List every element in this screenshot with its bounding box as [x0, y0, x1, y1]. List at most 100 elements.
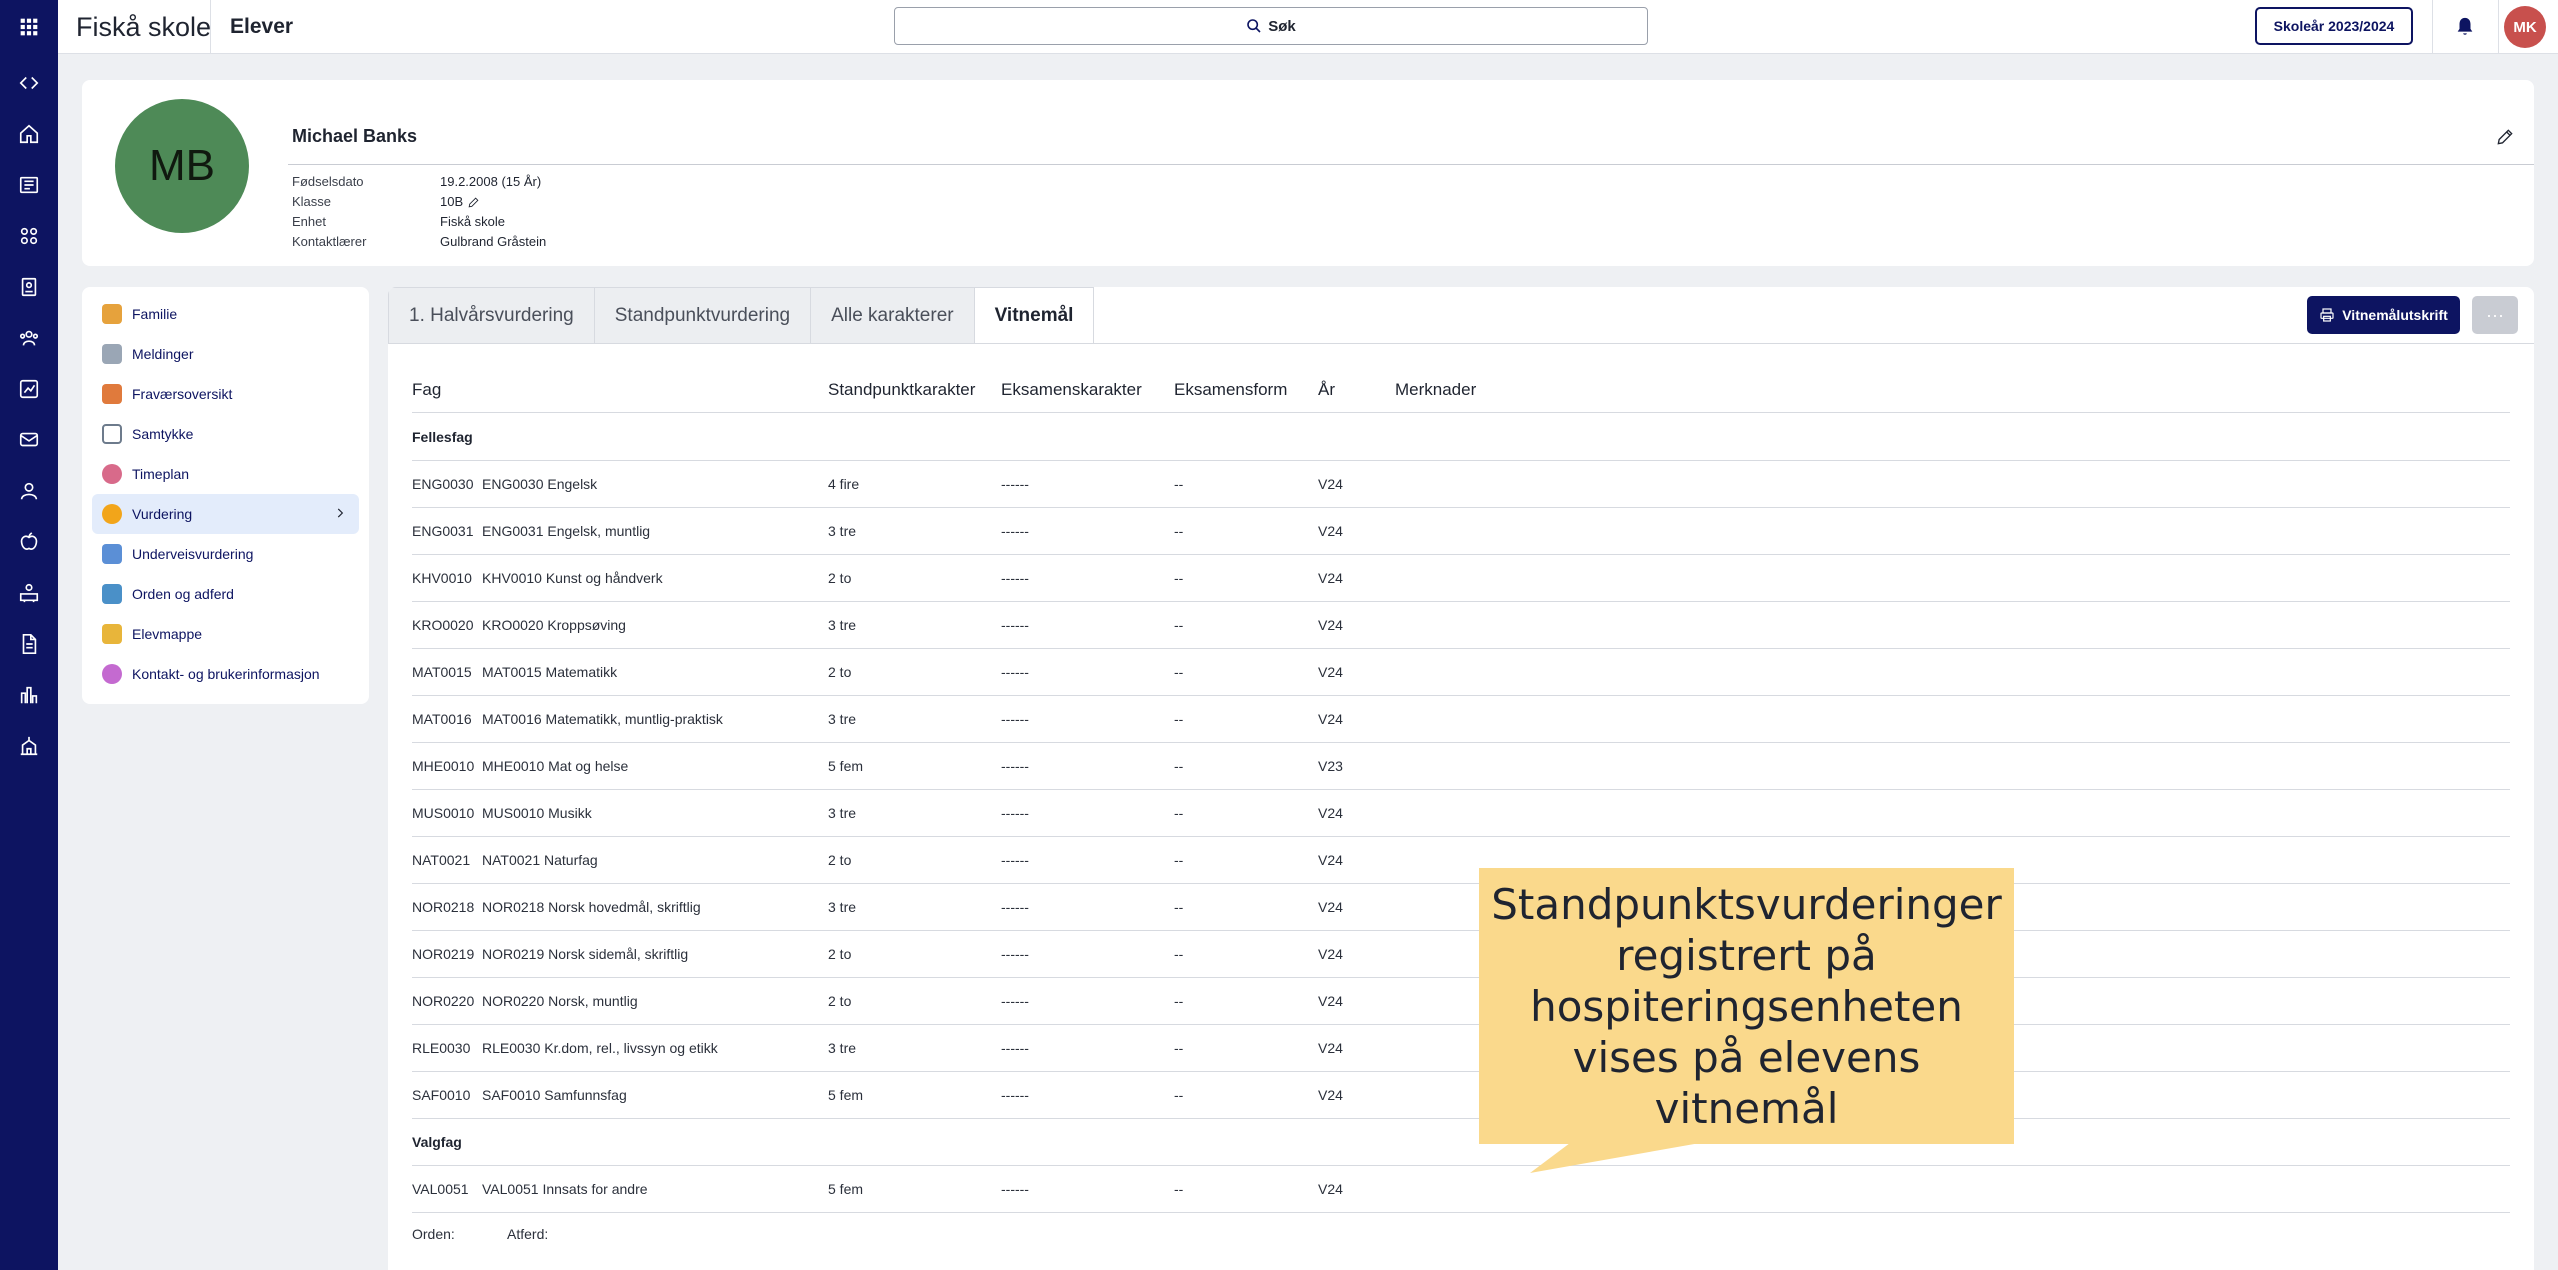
cell-ar: V24: [1318, 993, 1343, 1009]
news-icon[interactable]: [14, 170, 44, 200]
cell-eksamensform: --: [1174, 852, 1184, 868]
table-row[interactable]: MUS0010 MUS0010 Musikk 3 tre ------ -- V24: [412, 790, 2510, 837]
cell-eksamensform: --: [1174, 711, 1184, 727]
cell-eksamensform: --: [1174, 946, 1184, 962]
search-label: Søk: [1268, 17, 1296, 35]
cell-code: SAF0010: [412, 1087, 471, 1103]
cell-ar: V24: [1318, 570, 1343, 586]
tab-standpunktvurdering[interactable]: Standpunktvurdering: [593, 287, 811, 344]
cell-subject: KRO0020 Kroppsøving: [482, 617, 626, 633]
table-row[interactable]: NAT0021 NAT0021 Naturfag 2 to ------ -- V24: [412, 837, 2510, 884]
table-row[interactable]: NOR0218 NOR0218 Norsk hovedmål, skriftlig…: [412, 884, 2510, 931]
table-row[interactable]: VAL0051 VAL0051 Innsats for andre 5 fem ---…: [412, 1166, 2510, 1213]
person-icon[interactable]: [14, 476, 44, 506]
school-year-button[interactable]: Skoleår 2023/2024: [2255, 7, 2413, 45]
messages-icon[interactable]: [14, 425, 44, 455]
table-row[interactable]: MHE0010 MHE0010 Mat og helse 5 fem ------ --…: [412, 743, 2510, 790]
table-row[interactable]: SAF0010 SAF0010 Samfunnsfag 5 fem ------ -- V…: [412, 1072, 2510, 1119]
students-icon[interactable]: [14, 221, 44, 251]
school-name: Fiskå skole: [76, 12, 212, 42]
expand-nav-icon[interactable]: [14, 68, 44, 98]
table-row[interactable]: KRO0020 KRO0020 Kroppsøving 3 tre ------ -- V…: [412, 602, 2510, 649]
column-header-eksamenskarakter[interactable]: Eksamenskarakter: [1001, 371, 1142, 409]
desk-icon[interactable]: [14, 578, 44, 608]
column-header-merknader[interactable]: Merknader: [1395, 371, 1476, 409]
column-header-standpunktkarakter[interactable]: Standpunktkarakter: [828, 371, 975, 409]
info-label: Fødselsdato: [292, 174, 364, 189]
cell-subject: SAF0010 Samfunnsfag: [482, 1087, 627, 1103]
table-row[interactable]: MAT0015 MAT0015 Matematikk 2 to ------ -- V24: [412, 649, 2510, 696]
school-icon[interactable]: [14, 731, 44, 761]
cell-subject: NOR0218 Norsk hovedmål, skriftlig: [482, 899, 701, 915]
cell-eksamensform: --: [1174, 899, 1184, 915]
cell-ar: V24: [1318, 1040, 1343, 1056]
column-header-fag[interactable]: Fag: [412, 371, 441, 409]
table-row[interactable]: KHV0010 KHV0010 Kunst og håndverk 2 to ----…: [412, 555, 2510, 602]
home-icon[interactable]: [14, 119, 44, 149]
table-group-row: Fellesfag: [412, 414, 2510, 461]
student-name: Michael Banks: [292, 126, 418, 146]
edit-profile-pencil-icon[interactable]: [2492, 124, 2518, 150]
document-icon[interactable]: [14, 629, 44, 659]
info-value: Fiskå skole: [440, 214, 506, 229]
groups-icon[interactable]: [14, 323, 44, 353]
cell-eksamensform: --: [1174, 758, 1184, 774]
menu-item-elevmappe[interactable]: Elevmappe: [92, 614, 359, 654]
notifications-bell-icon[interactable]: [2450, 12, 2480, 42]
menu-item-vurdering[interactable]: Vurdering: [92, 494, 359, 534]
cell-subject: ENG0031 Engelsk, muntlig: [482, 523, 651, 539]
table-row[interactable]: NOR0219 NOR0219 Norsk sidemål, skriftlig 2…: [412, 931, 2510, 978]
cell-standpunkt: 4 fire: [828, 476, 860, 492]
cell-code: RLE0030: [412, 1040, 471, 1056]
cell-standpunkt: 2 to: [828, 946, 852, 962]
menu-item-meldinger[interactable]: Meldinger: [92, 334, 359, 374]
apple-icon[interactable]: [14, 527, 44, 557]
table-row[interactable]: ENG0031 ENG0031 Engelsk, muntlig 3 tre ----…: [412, 508, 2510, 555]
cell-code: MHE0010: [412, 758, 475, 774]
column-header-ar[interactable]: År: [1318, 371, 1335, 409]
table-row[interactable]: RLE0030 RLE0030 Kr.dom, rel., livssyn og …: [412, 1025, 2510, 1072]
table-row[interactable]: MAT0016 MAT0016 Matematikk, muntlig-prakt…: [412, 696, 2510, 743]
menu-item-orden-og-adferd[interactable]: Orden og adferd: [92, 574, 359, 614]
tab-alle-karakterer[interactable]: Alle karakterer: [810, 287, 974, 344]
menu-item-label: Kontakt- og brukerinformasjon: [132, 666, 320, 682]
family-icon: [102, 304, 122, 324]
menu-item-kontaktinformasjon[interactable]: Kontakt- og brukerinformasjon: [92, 654, 359, 694]
tab-vitnemal[interactable]: Vitnemål: [973, 287, 1095, 344]
assessment-icon[interactable]: [14, 374, 44, 404]
cell-ar: V24: [1318, 946, 1343, 962]
schedule-icon: [102, 464, 122, 484]
user-avatar[interactable]: MK: [2504, 6, 2546, 48]
column-header-eksamensform[interactable]: Eksamensform: [1174, 371, 1287, 409]
cell-ar: V24: [1318, 617, 1343, 633]
menu-item-timeplan[interactable]: Timeplan: [92, 454, 359, 494]
table-row[interactable]: NOR0220 NOR0220 Norsk, muntlig 2 to ------ -…: [412, 978, 2510, 1025]
cell-subject: MHE0010 Mat og helse: [482, 758, 629, 774]
cell-code: ENG0030: [412, 476, 474, 492]
cell-eksamensform: --: [1174, 1040, 1184, 1056]
menu-item-fravaersoversikt[interactable]: Fraværsoversikt: [92, 374, 359, 414]
assessment-tabs: 1. Halvårsvurdering Standpunktvurdering …: [388, 287, 1095, 344]
tab-halvarsvurdering[interactable]: 1. Halvårsvurdering: [388, 287, 594, 344]
menu-item-label: Samtykke: [132, 426, 194, 442]
cell-eksamen: ------: [1001, 711, 1029, 727]
apps-grid-icon[interactable]: [0, 0, 58, 54]
cell-eksamensform: --: [1174, 1181, 1184, 1197]
menu-item-underveisvurdering[interactable]: Underveisvurdering: [92, 534, 359, 574]
orden-label: Orden:: [412, 1226, 455, 1242]
table-row[interactable]: ENG0030 ENG0030 Engelsk 4 fire ------ -- V24: [412, 461, 2510, 508]
more-options-button[interactable]: ···: [2472, 296, 2518, 334]
print-diploma-button[interactable]: Vitnemålutskrift: [2307, 296, 2460, 334]
cell-code: KRO0020: [412, 617, 474, 633]
cell-eksamen: ------: [1001, 852, 1029, 868]
callout-line: Standpunktsvurderinger: [1491, 879, 2002, 929]
badge-icon[interactable]: [14, 272, 44, 302]
magnifier-document-icon: [102, 584, 122, 604]
header-divider: [210, 0, 211, 54]
info-label: Klasse: [292, 194, 332, 209]
menu-item-samtykke[interactable]: Samtykke: [92, 414, 359, 454]
search-input[interactable]: Søk: [894, 7, 1648, 45]
menu-item-familie[interactable]: Familie: [92, 294, 359, 334]
bar-chart-icon[interactable]: [14, 680, 44, 710]
edit-class-pencil-icon[interactable]: [467, 196, 480, 209]
